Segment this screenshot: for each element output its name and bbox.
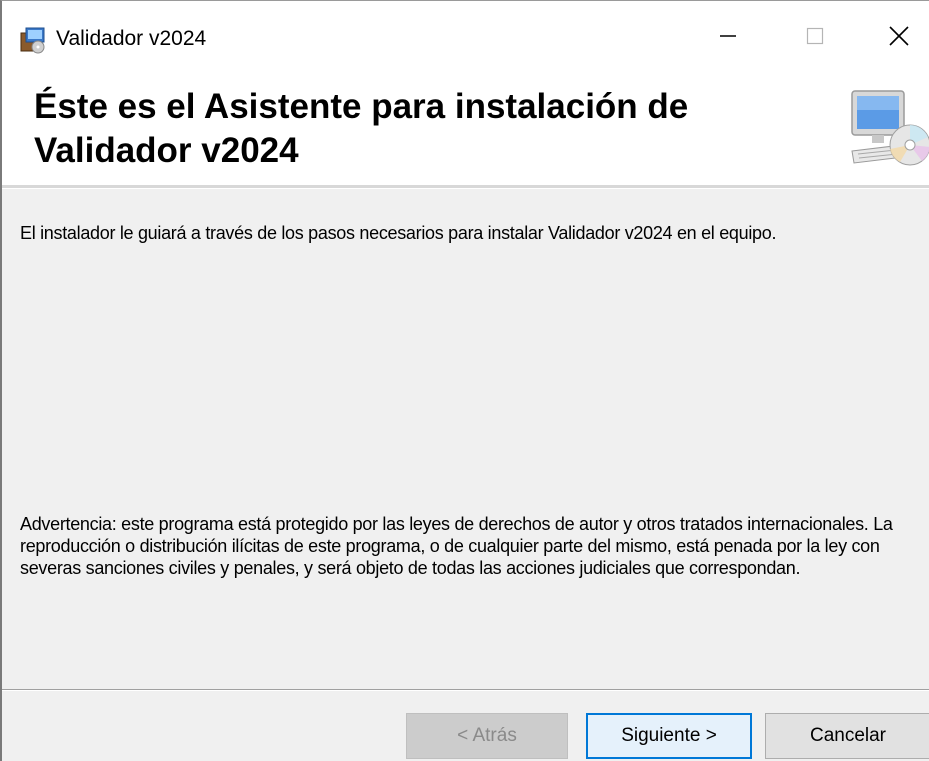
installer-window: Validador v2024 Éste es el Asistente par… — [0, 0, 929, 761]
footer-divider — [2, 689, 929, 691]
minimize-button[interactable] — [698, 13, 758, 59]
close-button[interactable] — [869, 13, 929, 59]
next-button[interactable]: Siguiente > — [586, 713, 752, 759]
window-title: Validador v2024 — [56, 27, 207, 50]
header-divider — [2, 185, 929, 189]
minimize-icon — [720, 35, 736, 37]
installer-app-icon — [20, 27, 45, 54]
maximize-button[interactable] — [785, 13, 845, 59]
page-title: Éste es el Asistente para instalación de… — [34, 87, 689, 170]
computer-cd-icon — [851, 90, 929, 166]
title-bar: Validador v2024 — [2, 1, 929, 77]
back-button[interactable]: < Atrás — [406, 713, 568, 759]
close-icon — [889, 26, 909, 46]
header-banner: Éste es el Asistente para instalación de… — [2, 77, 929, 185]
copyright-warning: Advertencia: este programa está protegid… — [20, 514, 893, 578]
cancel-button[interactable]: Cancelar — [765, 713, 929, 759]
intro-text: El instalador le guiará a través de los … — [20, 223, 777, 243]
maximize-icon — [806, 27, 824, 45]
